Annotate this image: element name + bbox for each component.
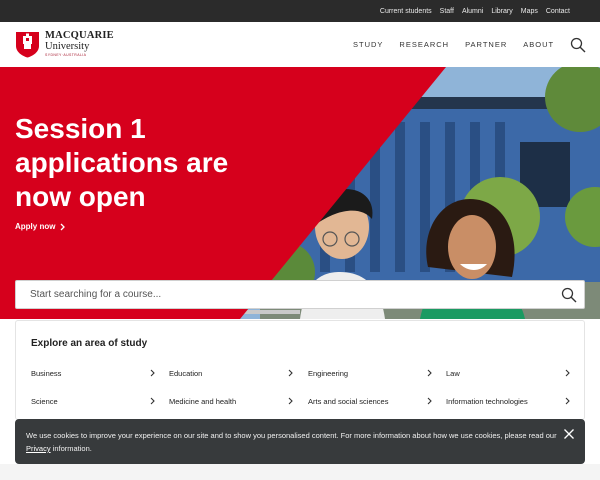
cookie-message: We use cookies to improve your experienc… xyxy=(26,429,561,455)
cookie-text-after: information. xyxy=(50,444,92,453)
close-icon[interactable] xyxy=(563,428,575,440)
nav-item-about[interactable]: ABOUT xyxy=(523,40,554,49)
utility-link-library[interactable]: Library xyxy=(491,8,512,15)
area-engineering[interactable]: Engineering xyxy=(308,365,432,381)
area-medicine-and-health[interactable]: Medicine and health xyxy=(169,393,293,409)
privacy-link[interactable]: Privacy xyxy=(26,444,51,453)
utility-link-maps[interactable]: Maps xyxy=(521,8,538,15)
search-icon[interactable] xyxy=(570,37,586,53)
cookie-text-before: We use cookies to improve your experienc… xyxy=(26,431,557,440)
area-label: Engineering xyxy=(308,368,349,378)
main-nav: STUDY RESEARCH PARTNER ABOUT xyxy=(353,40,554,49)
utility-link-current-students[interactable]: Current students xyxy=(380,8,432,15)
chevron-right-icon xyxy=(288,369,293,377)
utility-link-contact[interactable]: Contact xyxy=(546,8,570,15)
chevron-right-icon xyxy=(150,397,155,405)
chevron-right-icon xyxy=(427,369,432,377)
area-label: Law xyxy=(446,368,460,378)
chevron-right-icon xyxy=(565,397,570,405)
explore-title: Explore an area of study xyxy=(31,338,148,349)
utility-link-staff[interactable]: Staff xyxy=(440,8,454,15)
area-education[interactable]: Education xyxy=(169,365,293,381)
nav-item-study[interactable]: STUDY xyxy=(353,40,383,49)
explore-study-panel: Explore an area of study Business Educat… xyxy=(15,320,585,420)
chevron-right-icon xyxy=(565,369,570,377)
area-label: Arts and social sciences xyxy=(308,396,389,406)
hero-title: Session 1 applications are now open xyxy=(15,113,229,212)
course-search xyxy=(15,280,585,309)
logo-line-3: SYDNEY·AUSTRALIA xyxy=(45,53,87,58)
chevron-right-icon xyxy=(427,397,432,405)
area-label: Information technologies xyxy=(446,396,528,406)
chevron-right-icon xyxy=(60,223,66,230)
area-label: Education xyxy=(169,368,203,378)
chevron-right-icon xyxy=(288,397,293,405)
area-label: Medicine and health xyxy=(169,396,237,406)
site-header: MACQUARIE University SYDNEY·AUSTRALIA ST… xyxy=(0,22,600,67)
area-arts-and-social-sciences[interactable]: Arts and social sciences xyxy=(308,393,432,409)
area-information-technologies[interactable]: Information technologies xyxy=(446,393,570,409)
utility-link-alumni[interactable]: Alumni xyxy=(462,8,483,15)
area-business[interactable]: Business xyxy=(31,365,155,381)
chevron-right-icon xyxy=(150,369,155,377)
apply-now-link[interactable]: Apply now xyxy=(15,222,66,231)
university-logo[interactable]: MACQUARIE University SYDNEY·AUSTRALIA xyxy=(15,31,114,58)
area-science[interactable]: Science xyxy=(31,393,155,409)
logo-line-2: University xyxy=(45,40,90,52)
page-footer-edge xyxy=(0,464,600,480)
nav-item-partner[interactable]: PARTNER xyxy=(465,40,507,49)
utility-bar: Current students Staff Alumni Library Ma… xyxy=(0,0,600,22)
search-icon[interactable] xyxy=(561,287,577,303)
area-label: Business xyxy=(31,368,62,378)
course-search-input[interactable] xyxy=(16,281,546,308)
nav-item-research[interactable]: RESEARCH xyxy=(399,40,449,49)
area-law[interactable]: Law xyxy=(446,365,570,381)
cookie-banner: We use cookies to improve your experienc… xyxy=(15,419,585,464)
apply-now-label: Apply now xyxy=(15,222,56,231)
crest-icon xyxy=(16,32,39,58)
area-label: Science xyxy=(31,396,58,406)
